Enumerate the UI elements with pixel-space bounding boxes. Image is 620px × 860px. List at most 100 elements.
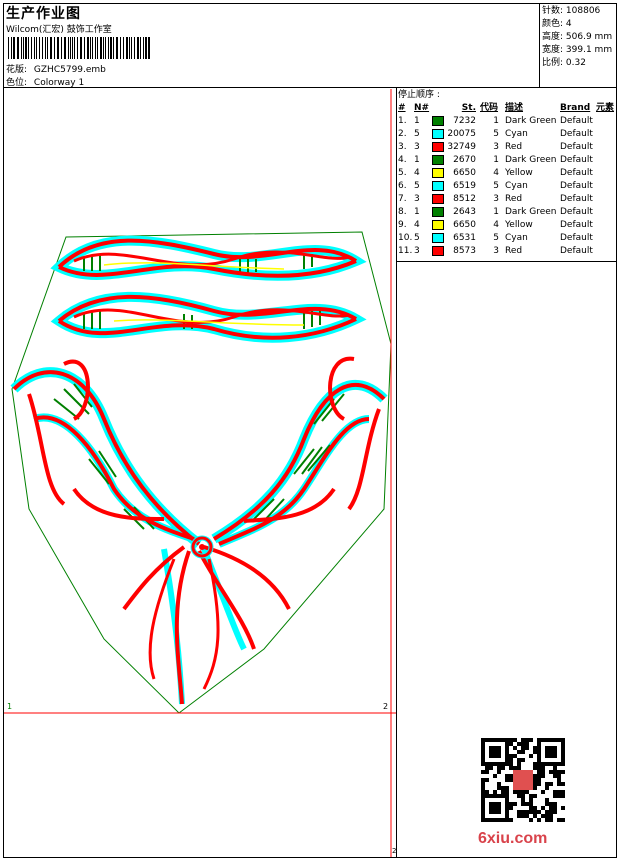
stitch-count-cell: 7232 <box>453 116 476 126</box>
needle-number: 4 <box>414 168 420 178</box>
stitch-count-cell: 2670 <box>453 155 476 165</box>
color-description: Cyan <box>505 129 528 139</box>
color-swatch-box <box>432 245 444 256</box>
color-swatch <box>432 167 446 180</box>
needle-number: 3 <box>414 194 420 204</box>
stitch-count-cell: 8573 <box>453 246 476 256</box>
col-needle: N# <box>414 103 430 113</box>
scale-value: 0.32 <box>565 58 586 68</box>
color-swatch <box>432 128 446 141</box>
color-description: Dark Green <box>505 155 557 165</box>
stitch-count-cell: 6519 <box>453 181 476 191</box>
col-brand: Brand <box>560 103 591 113</box>
row-index: 7. <box>398 194 407 204</box>
color-swatch-box <box>432 219 444 230</box>
floral-vine-right <box>211 356 388 548</box>
col-description: 描述 <box>505 103 524 113</box>
watermark-text: 6xiu.com <box>478 830 548 847</box>
stitch-count-cell: 2643 <box>453 207 476 217</box>
thread-brand: Default <box>560 207 593 217</box>
color-count-row: 颜色: 4 <box>542 18 612 31</box>
color-code: 1 <box>493 207 499 217</box>
row-index: 2. <box>398 129 407 139</box>
needle-number: 1 <box>414 116 420 126</box>
row-index: 3. <box>398 142 407 152</box>
color-description: Yellow <box>505 220 533 230</box>
element-cell <box>596 245 614 258</box>
element-cell <box>596 128 614 141</box>
color-swatch <box>432 180 446 193</box>
color-swatch-box <box>432 180 444 191</box>
needle-number: 5 <box>414 181 420 191</box>
needle-number: 3 <box>414 142 420 152</box>
stop-sequence-row: 9. 4 6650 4 Yellow Default <box>398 219 614 232</box>
design-file-row: 花版: GZHC5799.emb <box>6 62 106 75</box>
center-flower <box>122 535 291 705</box>
stitch-count-row: 针数: 108806 <box>542 5 612 18</box>
qr-code-image <box>481 738 565 822</box>
color-code: 3 <box>493 246 499 256</box>
element-cell <box>596 232 614 245</box>
row-index: 1. <box>398 116 407 126</box>
color-code: 5 <box>493 181 499 191</box>
width-row: 宽度: 399.1 mm <box>542 44 612 57</box>
thread-brand: Default <box>560 168 593 178</box>
color-swatch-box <box>432 167 444 178</box>
color-description: Dark Green <box>505 207 557 217</box>
scale-label: 比例: <box>542 58 564 68</box>
height-label: 高度: <box>542 32 564 42</box>
thread-brand: Default <box>560 246 593 256</box>
color-code: 5 <box>493 233 499 243</box>
row-index: 8. <box>398 207 407 217</box>
header-divider <box>3 87 617 88</box>
stop-sequence-row: 7. 3 8512 3 Red Default <box>398 193 614 206</box>
color-code: 5 <box>493 129 499 139</box>
barcode-image <box>8 37 150 59</box>
row-index: 5. <box>398 168 407 178</box>
design-file-name: GZHC5799.emb <box>33 65 106 75</box>
needle-number: 1 <box>414 207 420 217</box>
element-cell <box>596 219 614 232</box>
stitch-count-label: 针数: <box>542 6 564 16</box>
color-code: 4 <box>493 220 499 230</box>
color-code: 3 <box>493 142 499 152</box>
color-swatch <box>432 141 446 154</box>
row-index: 10. <box>398 233 413 243</box>
stop-sequence-row: 2. 5 20075 5 Cyan Default <box>398 128 614 141</box>
color-swatch-box <box>432 206 444 217</box>
color-description: Cyan <box>505 181 528 191</box>
col-code: 代码 <box>480 103 499 113</box>
color-code: 1 <box>493 116 499 126</box>
stop-sequence-title: 停止顺序 : <box>398 90 440 100</box>
stop-sequence-table: # N# St. 代码 描述 Brand 元素 1. 1 7232 1 Dark Gre… <box>398 102 614 258</box>
row-index: 6. <box>398 181 407 191</box>
thread-brand: Default <box>560 116 593 126</box>
page-title: 生产作业图 <box>6 6 81 22</box>
color-code: 1 <box>493 155 499 165</box>
thread-brand: Default <box>560 129 593 139</box>
stop-sequence-header: # N# St. 代码 描述 Brand 元素 <box>398 102 614 115</box>
scale-row: 比例: 0.32 <box>542 57 612 70</box>
element-cell <box>596 193 614 206</box>
stitch-count-cell: 6531 <box>453 233 476 243</box>
stitch-count-cell: 6650 <box>453 168 476 178</box>
color-code: 3 <box>493 194 499 204</box>
thread-brand: Default <box>560 233 593 243</box>
needle-number: 5 <box>414 233 420 243</box>
stitch-count-cell: 6650 <box>453 220 476 230</box>
needle-number: 4 <box>414 220 420 230</box>
stop-sequence-row: 3. 3 32749 3 Red Default <box>398 141 614 154</box>
color-swatch <box>432 245 446 258</box>
panel-divider <box>396 88 397 858</box>
thread-brand: Default <box>560 194 593 204</box>
element-cell <box>596 115 614 128</box>
stop-sequence-row: 1. 1 7232 1 Dark Green Default <box>398 115 614 128</box>
stitch-count: 108806 <box>565 6 601 16</box>
element-cell <box>596 141 614 154</box>
thread-brand: Default <box>560 181 593 191</box>
stop-sequence-bottom-rule <box>397 261 617 262</box>
braid-band-top <box>50 235 367 281</box>
color-swatch-box <box>432 154 444 165</box>
color-swatch <box>432 232 446 245</box>
col-stitches: St. <box>461 103 476 113</box>
